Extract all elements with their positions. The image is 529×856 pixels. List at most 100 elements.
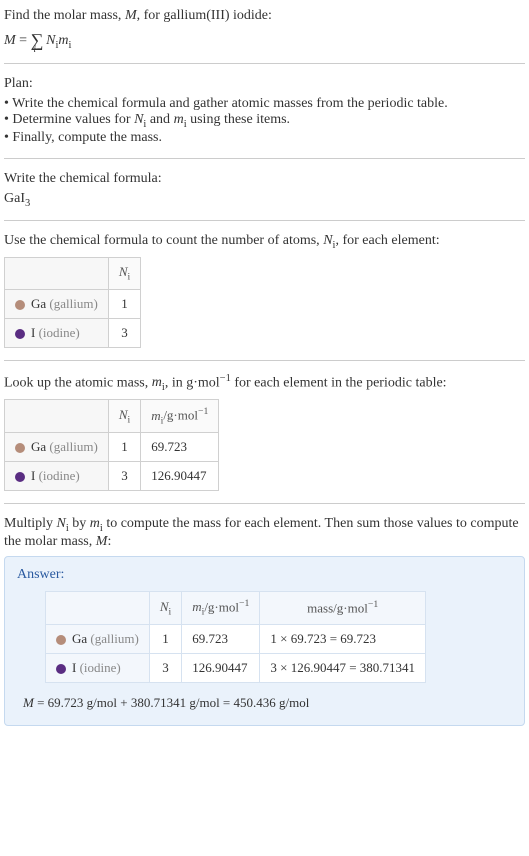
th-mass-label: mass/g·mol — [307, 601, 368, 616]
elem-strong: Ga — [31, 439, 46, 454]
th-mass-sup: −1 — [368, 599, 378, 610]
count-heading-b: , for each element: — [335, 233, 439, 248]
ans-th-n: Ni — [149, 591, 181, 624]
masses-heading-c: for each element in the periodic table: — [231, 375, 447, 390]
count-th-empty — [5, 258, 109, 290]
elem-cell: Ga (gallium) — [5, 433, 109, 462]
formula-lhs: M — [4, 33, 16, 48]
count-section: Use the chemical formula to count the nu… — [4, 233, 525, 360]
n-cell: 3 — [149, 653, 181, 682]
eq-rest: = 69.723 g/mol + 380.71341 g/mol = 450.4… — [34, 695, 310, 710]
elem-paren: (iodine) — [35, 325, 79, 340]
elem-cell: Ga (gallium) — [46, 624, 150, 653]
formula-m-sub: i — [69, 40, 72, 51]
table-row: I (iodine) 3 — [5, 318, 141, 347]
n-cell: 1 — [149, 624, 181, 653]
plan-item: • Write the chemical formula and gather … — [4, 96, 525, 112]
th-m-sup: −1 — [198, 406, 208, 417]
answer-equation: M = 69.723 g/mol + 380.71341 g/mol = 450… — [23, 695, 512, 711]
plan-item: • Determine values for Ni and mi using t… — [4, 112, 525, 130]
masses-sup: −1 — [220, 373, 231, 384]
calc-cell: 3 × 126.90447 = 380.71341 — [260, 653, 426, 682]
th-m-unit: /g·mol — [204, 599, 239, 614]
i-dot-icon — [56, 664, 66, 674]
elem-cell: Ga (gallium) — [5, 289, 109, 318]
intro-line: Find the molar mass, M, for gallium(III)… — [4, 8, 525, 24]
elem-cell: I (iodine) — [5, 318, 109, 347]
ans-th-mass: mass/g·mol−1 — [260, 591, 426, 624]
masses-th-n: Ni — [108, 400, 140, 433]
mult-c: : — [107, 534, 111, 549]
elem-cell: I (iodine) — [5, 462, 109, 491]
th-n-sub: i — [127, 414, 130, 425]
elem-paren: (gallium) — [46, 296, 98, 311]
masses-var: m — [152, 375, 162, 390]
intro-section: Find the molar mass, M, for gallium(III)… — [4, 8, 525, 64]
th-n-sub: i — [168, 606, 171, 617]
plan-list: • Write the chemical formula and gather … — [4, 96, 525, 146]
chem-base: GaI — [4, 191, 25, 206]
plan-item-text: • Determine values for Ni and mi using t… — [4, 112, 290, 127]
elem-paren: (iodine) — [35, 468, 79, 483]
masses-heading-b: , in g·mol — [165, 375, 220, 390]
n-cell: 3 — [108, 462, 140, 491]
ga-dot-icon — [15, 300, 25, 310]
chem-formula-section: Write the chemical formula: GaI3 — [4, 171, 525, 222]
masses-section: Look up the atomic mass, mi, in g·mol−1 … — [4, 373, 525, 504]
count-heading-a: Use the chemical formula to count the nu… — [4, 233, 323, 248]
table-row: Ga (gallium) 1 69.723 1 × 69.723 = 69.72… — [46, 624, 426, 653]
m-cell: 126.90447 — [182, 653, 260, 682]
th-n-sub: i — [127, 272, 130, 283]
formula-N: N — [46, 33, 55, 48]
m-cell: 69.723 — [182, 624, 260, 653]
multiply-heading: Multiply Ni by mi to compute the mass fo… — [4, 516, 525, 550]
answer-title: Answer: — [17, 567, 512, 583]
table-row: Ga (gallium) 1 — [5, 289, 141, 318]
elem-paren: (iodine) — [76, 660, 120, 675]
masses-th-m: mi/g·mol−1 — [141, 400, 219, 433]
masses-th-empty — [5, 400, 109, 433]
th-m-sup: −1 — [239, 598, 249, 609]
intro-var-M: M — [125, 8, 137, 23]
ga-dot-icon — [15, 443, 25, 453]
answer-table-wrap: Ni mi/g·mol−1 mass/g·mol−1 Ga (gallium) … — [45, 591, 512, 683]
table-header-row: Ni mi/g·mol−1 — [5, 400, 219, 433]
answer-box: Answer: Ni mi/g·mol−1 mass/g·mol−1 Ga (g… — [4, 556, 525, 726]
chem-heading: Write the chemical formula: — [4, 171, 525, 187]
n-cell: 1 — [108, 289, 140, 318]
formula-m: m — [58, 33, 68, 48]
elem-strong: Ga — [31, 296, 46, 311]
elem-cell: I (iodine) — [46, 653, 150, 682]
mult-M: M — [96, 534, 108, 549]
count-var: N — [323, 233, 332, 248]
count-table: Ni Ga (gallium) 1 I (iodine) 3 — [4, 257, 141, 348]
mult-a: Multiply — [4, 516, 57, 531]
intro-text-a: Find the molar mass, — [4, 8, 125, 23]
n-cell: 1 — [108, 433, 140, 462]
th-m-unit: /g·mol — [163, 408, 198, 423]
masses-table: Ni mi/g·mol−1 Ga (gallium) 1 69.723 I (i… — [4, 399, 219, 491]
elem-paren: (gallium) — [87, 631, 139, 646]
masses-heading: Look up the atomic mass, mi, in g·mol−1 … — [4, 373, 525, 393]
i-dot-icon — [15, 472, 25, 482]
masses-heading-a: Look up the atomic mass, — [4, 375, 152, 390]
ga-dot-icon — [56, 635, 66, 645]
table-row: I (iodine) 3 126.90447 3 × 126.90447 = 3… — [46, 653, 426, 682]
plan-item: • Finally, compute the mass. — [4, 130, 525, 146]
table-header-row: Ni mi/g·mol−1 mass/g·mol−1 — [46, 591, 426, 624]
table-row: I (iodine) 3 126.90447 — [5, 462, 219, 491]
th-m-var: m — [151, 408, 160, 423]
elem-strong: Ga — [72, 631, 87, 646]
mult-N: N — [57, 516, 66, 531]
mult-m: m — [90, 516, 100, 531]
table-row: Ga (gallium) 1 69.723 — [5, 433, 219, 462]
intro-formula: M = ∑iNimi — [4, 28, 525, 51]
plan-section: Plan: • Write the chemical formula and g… — [4, 76, 525, 159]
elem-paren: (gallium) — [46, 439, 98, 454]
n-cell: 3 — [108, 318, 140, 347]
table-header-row: Ni — [5, 258, 141, 290]
count-th-n: Ni — [108, 258, 140, 290]
m-cell: 69.723 — [141, 433, 219, 462]
i-dot-icon — [15, 329, 25, 339]
chem-sub: 3 — [25, 197, 30, 208]
